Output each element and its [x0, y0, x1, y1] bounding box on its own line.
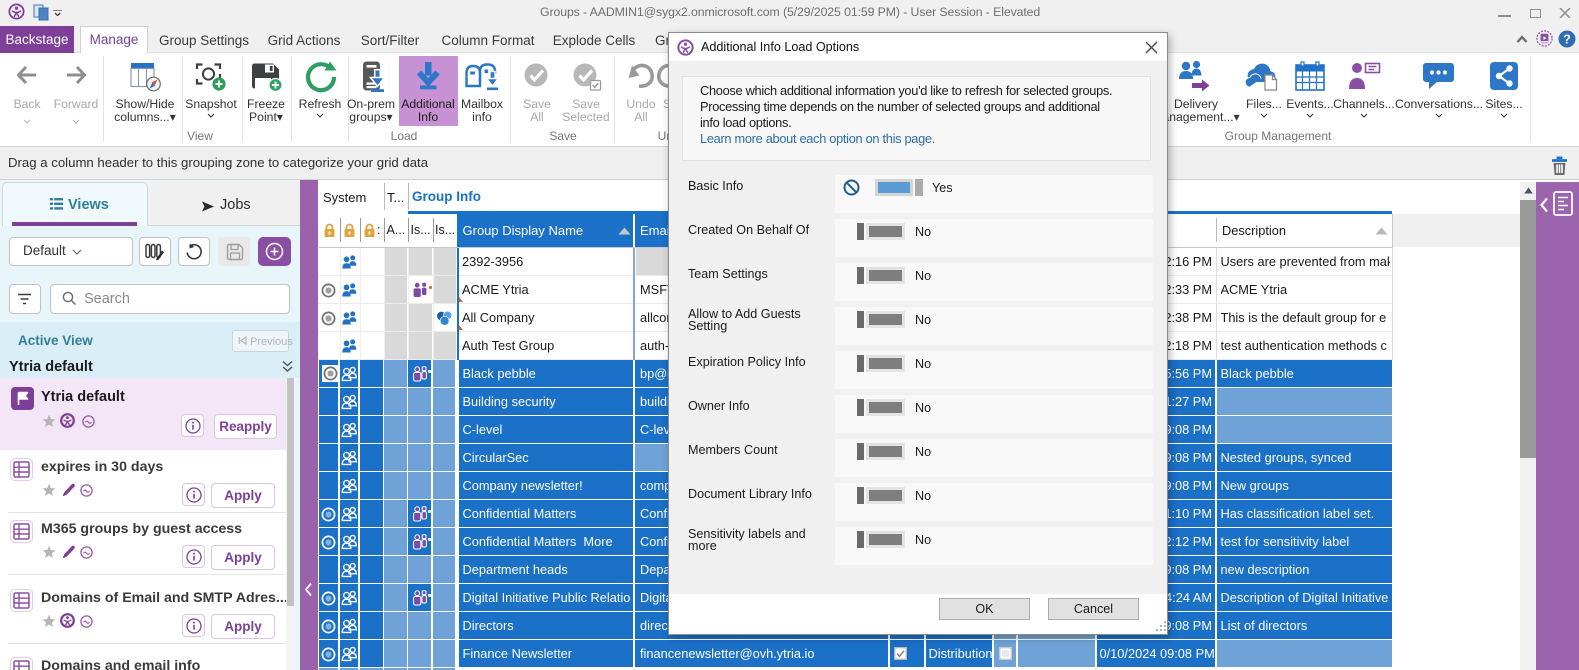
- svg-text:?: ?: [1563, 32, 1571, 46]
